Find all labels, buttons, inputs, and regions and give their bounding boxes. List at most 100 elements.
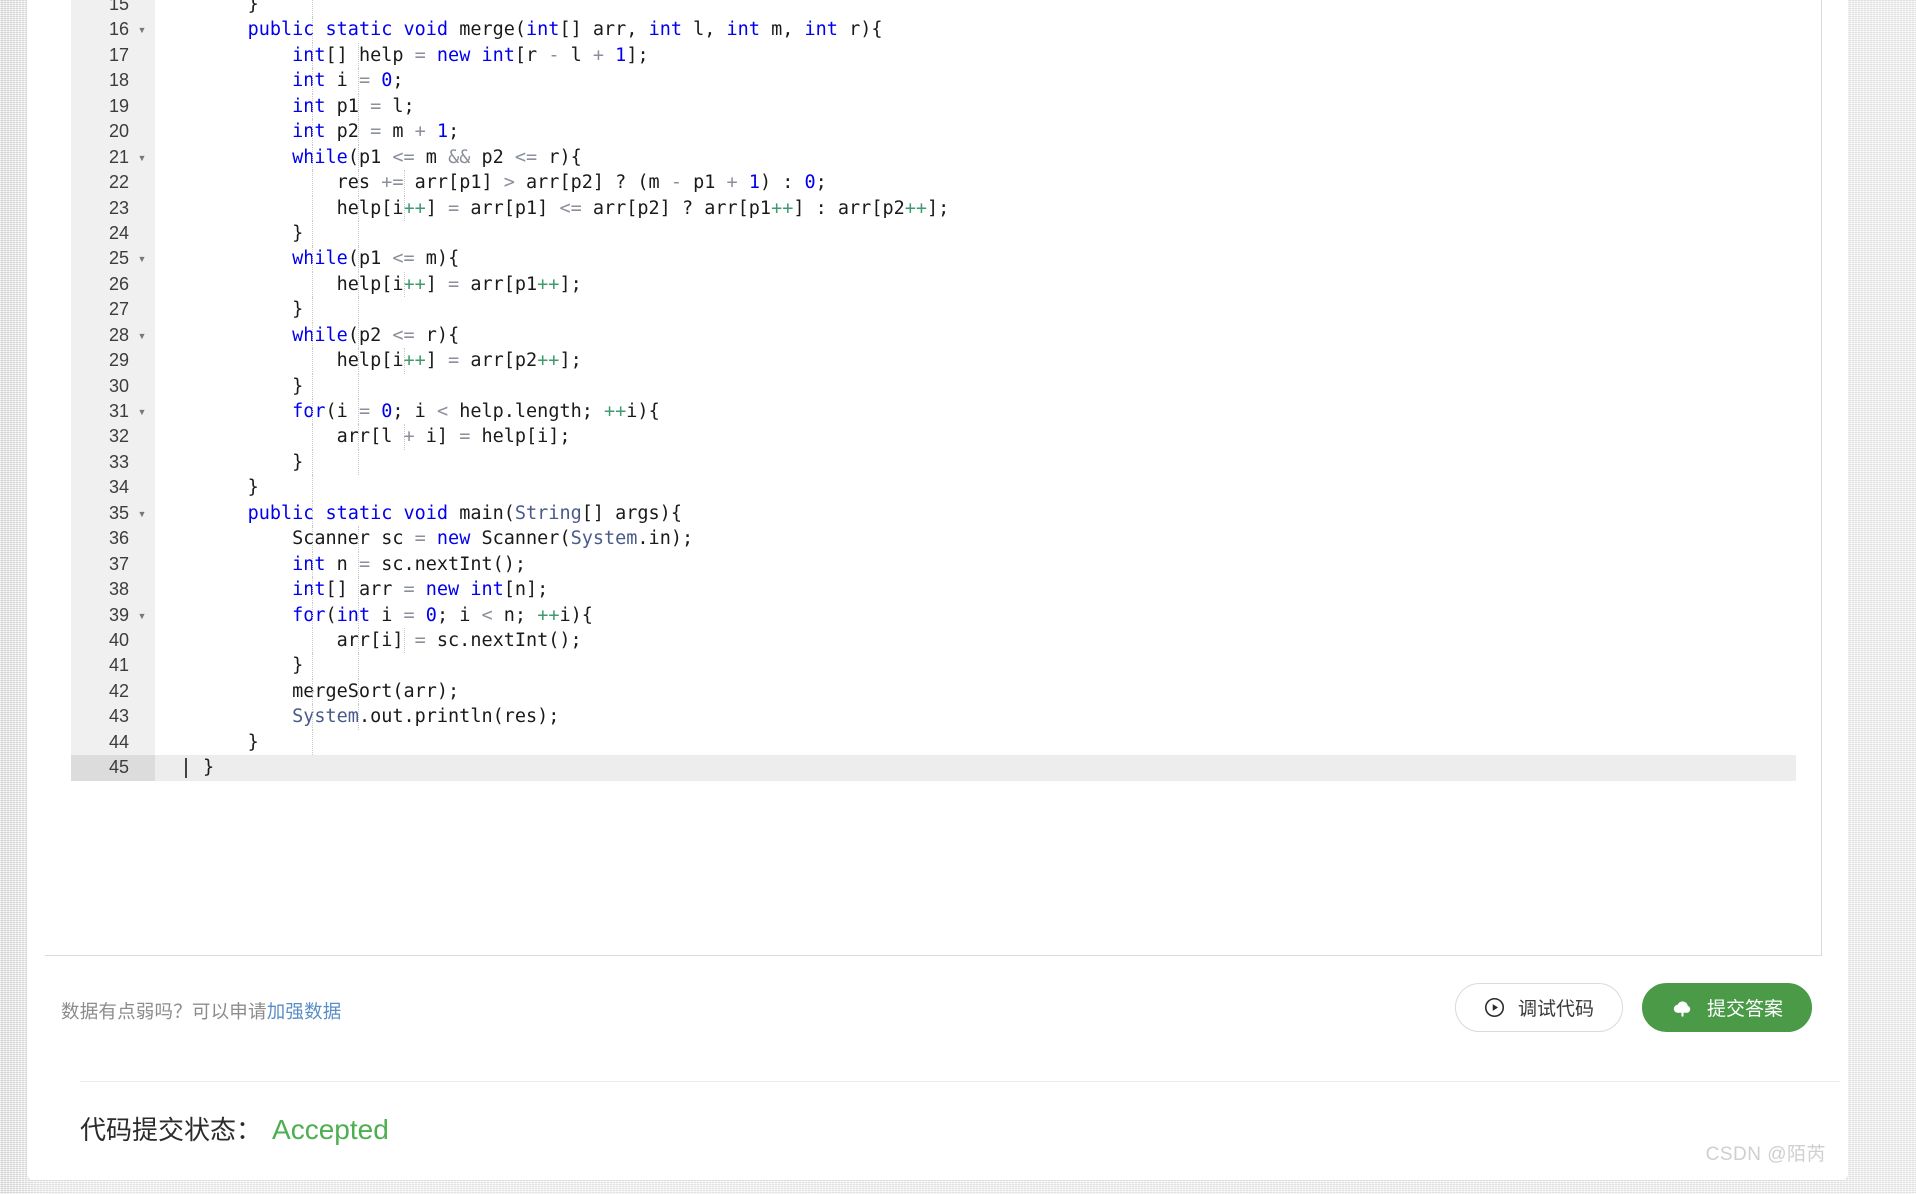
indent-guide <box>312 373 313 399</box>
code-tokens: arr[i] = sc.nextInt(); <box>336 629 582 651</box>
line-number: 27 <box>71 297 155 323</box>
code-line[interactable]: 28 ▼ while(p2 <= r){ <box>45 322 1796 349</box>
code-line-content: } <box>155 297 1796 323</box>
indent-guide <box>312 68 313 94</box>
indent-guide <box>358 170 359 196</box>
code-tokens: arr[l + i] = help[i]; <box>336 426 571 448</box>
code-line[interactable]: 22 res += arr[p1] > arr[p2] ? (m - p1 + … <box>45 170 1796 196</box>
indent-guide <box>358 373 359 399</box>
indent-guide <box>358 271 359 298</box>
code-tokens: } <box>292 451 304 473</box>
submit-answer-button[interactable]: 提交答案 <box>1641 983 1812 1032</box>
code-line[interactable]: 42 mergeSort(arr); <box>45 678 1796 705</box>
line-number: 25 ▼ <box>71 246 155 272</box>
line-number: 28 ▼ <box>71 322 155 349</box>
code-line-content: } <box>155 0 1796 18</box>
code-line-content: int i = 0; <box>155 68 1796 94</box>
indent-guide <box>358 399 359 425</box>
code-line[interactable]: 37 int n = sc.nextInt(); <box>45 551 1796 578</box>
indent-guide <box>312 678 313 705</box>
line-number: 24 <box>71 220 155 247</box>
indent-guide <box>312 653 313 679</box>
code-line-content: System.out.println(res); <box>155 704 1796 730</box>
indent-guide <box>404 424 405 450</box>
code-line[interactable]: 24 } <box>45 220 1796 247</box>
indent-guide <box>312 424 313 450</box>
indent-guide <box>312 17 313 43</box>
code-line[interactable]: 38 int[] arr = new int[n]; <box>45 577 1796 603</box>
status-divider <box>80 1081 1840 1082</box>
editor-scrollbar[interactable] <box>1821 0 1822 955</box>
code-line[interactable]: 27 } <box>45 297 1796 323</box>
indent-guide <box>312 449 313 476</box>
code-line-content: mergeSort(arr); <box>155 678 1796 705</box>
code-line[interactable]: 18 int i = 0; <box>45 68 1796 94</box>
code-tokens: } <box>203 757 215 779</box>
code-line[interactable]: 20 int p2 = m + 1; <box>45 119 1796 145</box>
line-number: 41 <box>71 653 155 679</box>
line-number: 31 ▼ <box>71 399 155 425</box>
line-number: 36 <box>71 526 155 552</box>
code-line[interactable]: 25 ▼ while(p1 <= m){ <box>45 246 1796 272</box>
line-number: 32 <box>71 424 155 450</box>
indent-guide <box>358 297 359 323</box>
code-line[interactable]: 33 } <box>45 449 1796 476</box>
indent-guide <box>358 602 359 628</box>
fold-toggle-icon[interactable]: ▼ <box>136 399 148 424</box>
debug-code-button[interactable]: 调试代码 <box>1454 983 1623 1032</box>
code-line[interactable]: 23 help[i++] = arr[p1] <= arr[p2] ? arr[… <box>45 195 1796 221</box>
weak-data-hint: 数据有点弱吗？可以申请加强数据 <box>61 998 342 1024</box>
code-line[interactable]: 30 } <box>45 373 1796 399</box>
code-line[interactable]: 35 ▼ public static void main(String[] arg… <box>45 500 1796 527</box>
fold-toggle-icon[interactable]: ▼ <box>136 145 148 170</box>
code-line[interactable]: 40 arr[i] = sc.nextInt(); <box>45 627 1796 654</box>
indent-guide <box>358 551 359 578</box>
code-line[interactable]: 32 arr[l + i] = help[i]; <box>45 424 1796 450</box>
code-line[interactable]: 41 } <box>45 653 1796 679</box>
code-line[interactable]: 16 ▼ public static void merge(int[] arr, … <box>45 17 1796 43</box>
code-line-content: res += arr[p1] > arr[p2] ? (m - p1 + 1) … <box>155 170 1796 196</box>
code-line[interactable]: 44 } <box>45 729 1796 756</box>
code-tokens: Scanner sc = new Scanner(System.in); <box>292 528 694 550</box>
line-number: 38 <box>71 577 155 603</box>
code-line[interactable]: 39 ▼ for(int i = 0; i < n; ++i){ <box>45 602 1796 628</box>
code-editor[interactable]: 15 } 16 ▼ public static void merge(int[] a… <box>45 0 1822 956</box>
line-number: 29 <box>71 348 155 374</box>
submission-status-label: 代码提交状态： <box>80 1115 263 1145</box>
fold-toggle-icon[interactable]: ▼ <box>136 17 148 42</box>
code-line-content: arr[i] = sc.nextInt(); <box>155 627 1796 654</box>
code-line-content: int[] help = new int[r - l + 1]; <box>155 42 1796 69</box>
code-line[interactable]: 29 help[i++] = arr[p2++]; <box>45 348 1796 374</box>
code-line[interactable]: 45} <box>45 755 1796 781</box>
fold-toggle-icon[interactable]: ▼ <box>136 246 148 271</box>
indent-guide <box>312 119 313 145</box>
submission-card: 15 } 16 ▼ public static void merge(int[] a… <box>27 0 1848 1180</box>
indent-guide <box>358 195 359 221</box>
code-line[interactable]: 31 ▼ for(i = 0; i < help.length; ++i){ <box>45 399 1796 425</box>
code-tokens: } <box>292 299 304 321</box>
code-line[interactable]: 19 int p1 = l; <box>45 93 1796 120</box>
line-number: 43 <box>71 704 155 730</box>
code-line[interactable]: 26 help[i++] = arr[p1++]; <box>45 271 1796 298</box>
indent-guide <box>358 144 359 171</box>
code-line-content: arr[l + i] = help[i]; <box>155 424 1796 450</box>
fold-toggle-icon[interactable]: ▼ <box>136 323 148 348</box>
indent-guide <box>358 246 359 272</box>
code-line[interactable]: 34 } <box>45 475 1796 501</box>
code-line-content: int n = sc.nextInt(); <box>155 551 1796 578</box>
indent-guide <box>312 297 313 323</box>
indent-guide <box>312 322 313 349</box>
code-line[interactable]: 15 } <box>45 0 1796 18</box>
code-line[interactable]: 36 Scanner sc = new Scanner(System.in); <box>45 526 1796 552</box>
code-tokens: res += arr[p1] > arr[p2] ? (m - p1 + 1) … <box>336 172 827 194</box>
code-line-content: } <box>155 475 1796 501</box>
code-line[interactable]: 17 int[] help = new int[r - l + 1]; <box>45 42 1796 69</box>
code-lines-container[interactable]: 15 } 16 ▼ public static void merge(int[] a… <box>45 0 1796 955</box>
code-line-content: while(p1 <= m && p2 <= r){ <box>155 144 1796 171</box>
request-stronger-data-link[interactable]: 加强数据 <box>267 1001 342 1022</box>
fold-toggle-icon[interactable]: ▼ <box>136 603 148 628</box>
fold-toggle-icon[interactable]: ▼ <box>136 501 148 526</box>
code-line[interactable]: 43 System.out.println(res); <box>45 704 1796 730</box>
line-number: 16 ▼ <box>71 17 155 43</box>
code-line[interactable]: 21 ▼ while(p1 <= m && p2 <= r){ <box>45 144 1796 171</box>
